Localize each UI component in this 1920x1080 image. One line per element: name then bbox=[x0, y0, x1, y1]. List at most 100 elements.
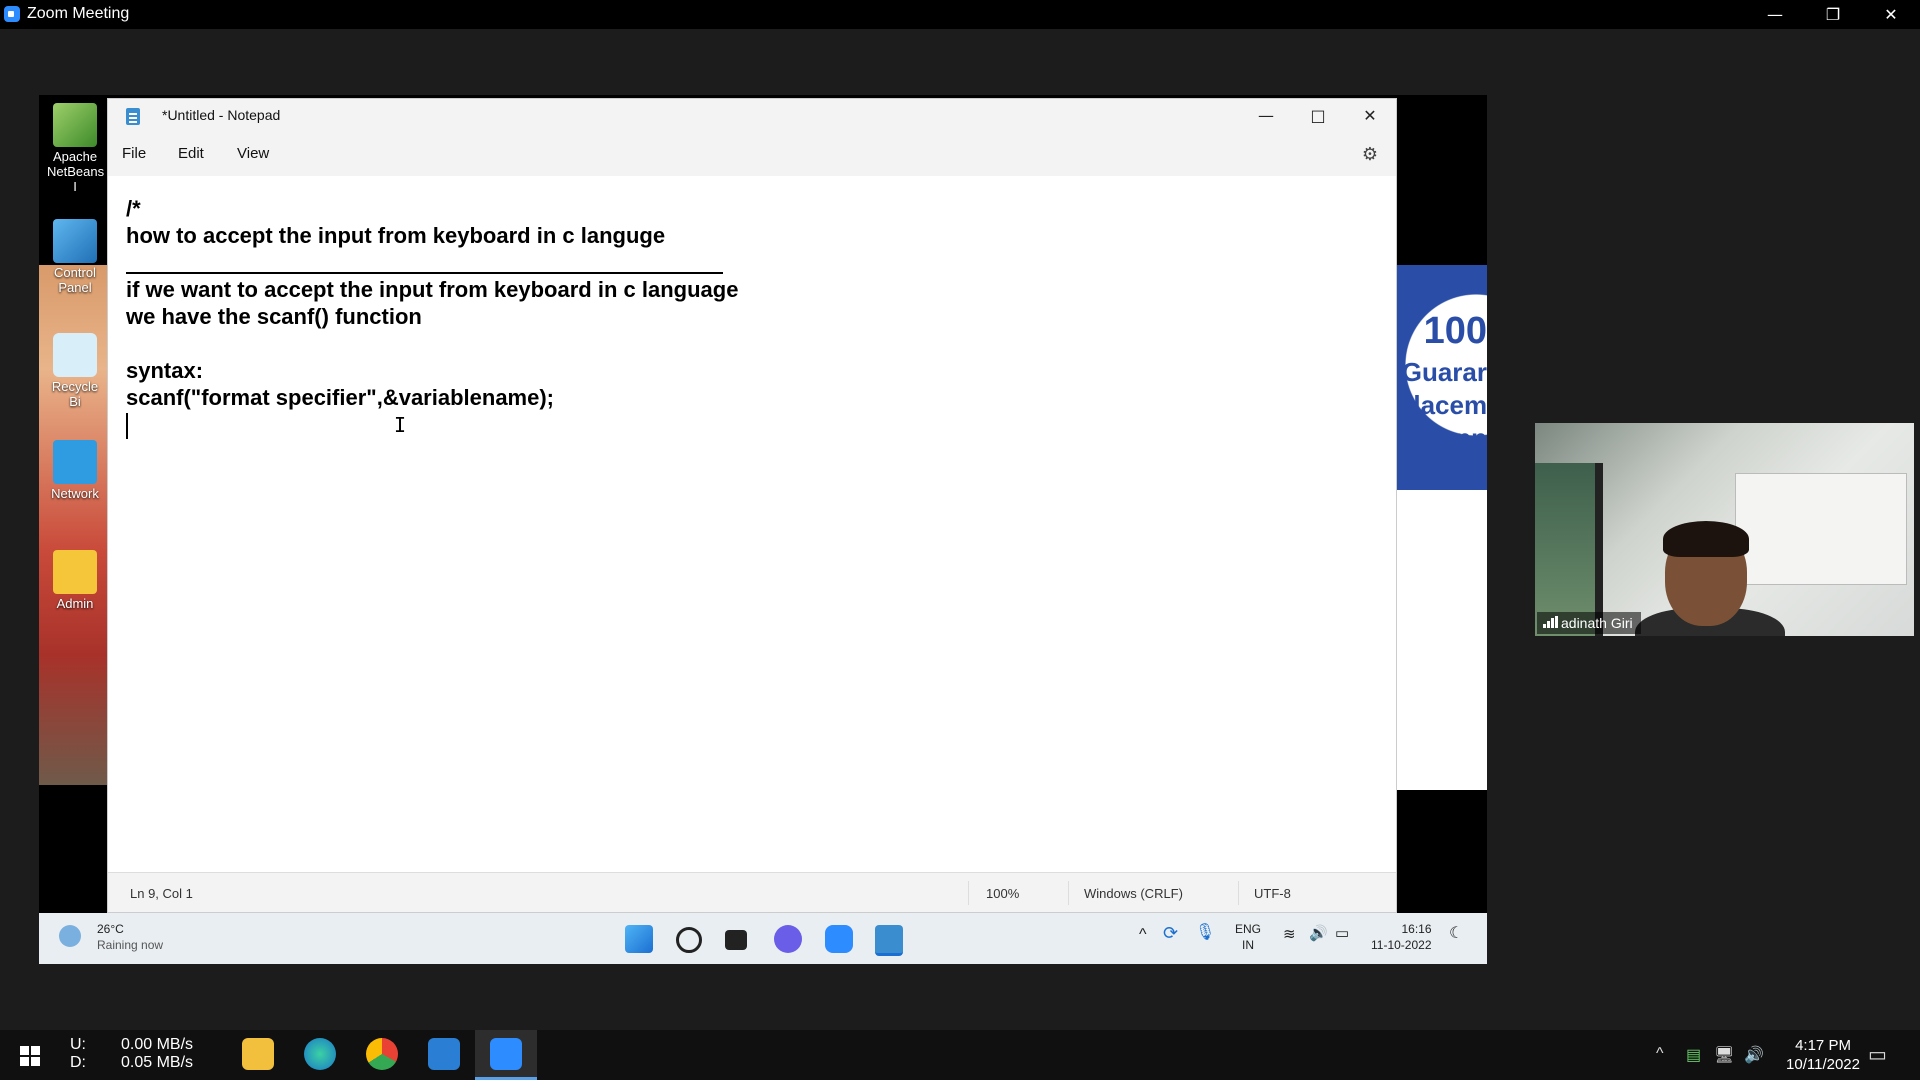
restore-button[interactable]: ❐ bbox=[1804, 0, 1862, 29]
settings-gear-icon[interactable]: ⚙ bbox=[1362, 144, 1378, 165]
battery-icon[interactable]: ▭ bbox=[1335, 926, 1349, 942]
notification-center-icon[interactable]: ▭ bbox=[1868, 1042, 1887, 1067]
focus-moon-icon[interactable]: ☾ bbox=[1449, 926, 1463, 942]
text-line: if we want to accept the input from keyb… bbox=[126, 277, 739, 302]
notepad-titlebar[interactable]: *Untitled - Notepad — □ ✕ bbox=[108, 99, 1396, 132]
edge-icon[interactable] bbox=[304, 1038, 336, 1070]
microphone-icon[interactable]: 🎙 bbox=[1195, 925, 1215, 941]
battery-saver-icon[interactable]: ▤ bbox=[1686, 1045, 1701, 1065]
host-time: 4:17 PM bbox=[1795, 1037, 1851, 1054]
banner-text: Guarar bbox=[1401, 357, 1487, 387]
task-view-icon[interactable] bbox=[725, 930, 747, 950]
weather-widget[interactable]: 26°C Raining now bbox=[59, 921, 163, 953]
windows-start-button-icon[interactable] bbox=[20, 1046, 40, 1066]
netbeans-icon bbox=[53, 103, 97, 147]
language-indicator[interactable]: ENG IN bbox=[1235, 921, 1261, 953]
volume-tray-icon[interactable]: 🔊 bbox=[1744, 1045, 1764, 1065]
wifi-icon[interactable]: ≋ bbox=[1283, 927, 1296, 943]
download-label: D: bbox=[70, 1054, 86, 1071]
zoom-app-icon bbox=[4, 6, 20, 22]
desktop-icon-label: Apache NetBeans I bbox=[47, 149, 105, 194]
desktop-icon-network[interactable]: Network bbox=[47, 440, 103, 501]
search-icon[interactable] bbox=[676, 927, 702, 953]
text-line: scanf("format specifier",&variablename); bbox=[126, 385, 555, 410]
desktop-icon-admin[interactable]: Admin bbox=[47, 550, 103, 611]
notepad-taskbar-icon[interactable] bbox=[875, 925, 903, 956]
text-caret bbox=[126, 413, 128, 439]
vscode-icon[interactable] bbox=[428, 1038, 460, 1070]
desktop-icon-label: Control Panel bbox=[54, 265, 96, 295]
net-meter: 0.00 MB/s 0.05 MB/s bbox=[121, 1036, 193, 1072]
control-panel-icon bbox=[53, 219, 97, 263]
desktop-icon-recycle-bin[interactable]: Recycle Bi bbox=[47, 333, 103, 409]
download-speed: 0.05 MB/s bbox=[121, 1054, 194, 1071]
host-taskbar: U: D: 0.00 MB/s 0.05 MB/s ^ ▤ 🖥 🔊 4:17 P… bbox=[0, 1030, 1920, 1080]
inner-clock[interactable]: 16:16 11-10-2022 bbox=[1371, 921, 1432, 953]
tray-chevron-icon[interactable]: ^ bbox=[1139, 927, 1147, 943]
participant-name: adinath Giri bbox=[1561, 615, 1633, 631]
tray-chevron-icon[interactable]: ^ bbox=[1656, 1045, 1664, 1063]
text-line: /* bbox=[126, 196, 141, 221]
status-cursor-position: Ln 9, Col 1 bbox=[130, 886, 193, 901]
desktop-icon-control-panel[interactable]: Control Panel bbox=[47, 219, 103, 295]
notepad-menubar: File Edit View ⚙ bbox=[108, 132, 1396, 176]
minimize-button[interactable]: — bbox=[1746, 0, 1804, 29]
mouse-ibeam-cursor-icon: I bbox=[394, 413, 407, 437]
host-date: 10/11/2022 bbox=[1786, 1056, 1860, 1073]
participant-video-tile[interactable]: adinath Giri bbox=[1535, 423, 1914, 636]
inner-time: 16:16 bbox=[1401, 922, 1432, 936]
weather-temp: 26°C bbox=[97, 922, 124, 936]
zoom-titlebar: Zoom Meeting — ❐ ✕ bbox=[0, 0, 1920, 29]
text-line: syntax: bbox=[126, 358, 204, 383]
upload-label: U: bbox=[70, 1036, 86, 1053]
signal-strength-icon bbox=[1543, 616, 1558, 628]
text-underline-rule bbox=[126, 272, 723, 274]
sync-icon[interactable]: ⟳ bbox=[1163, 924, 1178, 942]
desktop-icon-label: Recycle Bi bbox=[51, 379, 99, 409]
banner-text: Placem bbox=[1396, 390, 1487, 420]
windows-start-icon[interactable] bbox=[625, 925, 653, 953]
inner-date: 11-10-2022 bbox=[1371, 938, 1432, 952]
close-button[interactable]: ✕ bbox=[1862, 0, 1920, 29]
network-tray-icon[interactable]: 🖥 bbox=[1714, 1045, 1734, 1065]
video-window-bg bbox=[1535, 463, 1603, 636]
host-clock[interactable]: 4:17 PM 10/11/2022 bbox=[1786, 1036, 1860, 1074]
text-line: we have the scanf() function bbox=[126, 304, 422, 329]
banner-text: Supp bbox=[1422, 423, 1487, 453]
zoom-taskbar-button[interactable] bbox=[475, 1030, 537, 1080]
video-whiteboard-bg bbox=[1735, 473, 1907, 585]
notepad-text-area[interactable]: /* how to accept the input from keyboard… bbox=[108, 176, 1396, 875]
notepad-icon bbox=[126, 108, 140, 125]
volume-icon[interactable]: 🔊 bbox=[1309, 926, 1328, 942]
language-top: ENG bbox=[1235, 922, 1262, 936]
status-divider bbox=[1238, 881, 1239, 905]
status-divider bbox=[968, 881, 969, 905]
file-explorer-icon[interactable] bbox=[242, 1038, 274, 1070]
upload-speed: 0.00 MB/s bbox=[121, 1036, 194, 1053]
weather-rain-icon bbox=[59, 925, 81, 947]
banner-text: 100 bbox=[1423, 310, 1487, 352]
notepad-maximize-button[interactable]: □ bbox=[1293, 99, 1343, 132]
status-line-ending: Windows (CRLF) bbox=[1084, 886, 1183, 901]
shared-taskbar: 26°C Raining now ^ ⟳ 🎙 ENG IN ≋ 🔊 ▭ 16:1… bbox=[39, 913, 1487, 964]
notepad-close-button[interactable]: ✕ bbox=[1345, 99, 1395, 132]
participant-nameplate: adinath Giri bbox=[1537, 612, 1641, 634]
menu-edit[interactable]: Edit bbox=[178, 145, 204, 162]
folder-icon bbox=[53, 550, 97, 594]
status-zoom: 100% bbox=[986, 886, 1020, 901]
teams-chat-icon[interactable] bbox=[774, 925, 802, 953]
menu-file[interactable]: File bbox=[122, 145, 146, 162]
desktop-icons: Apache NetBeans I Control Panel Recycle … bbox=[39, 95, 107, 795]
menu-view[interactable]: View bbox=[237, 145, 269, 162]
text-line: how to accept the input from keyboard in… bbox=[126, 223, 666, 248]
zoom-taskbar-icon[interactable] bbox=[825, 925, 853, 953]
notepad-minimize-button[interactable]: — bbox=[1241, 99, 1291, 132]
weather-desc: Raining now bbox=[97, 938, 164, 952]
desktop-icon-netbeans[interactable]: Apache NetBeans I bbox=[47, 103, 105, 194]
zoom-icon bbox=[490, 1038, 522, 1070]
desktop-icon-label: Admin bbox=[56, 596, 94, 611]
notepad-window: *Untitled - Notepad — □ ✕ File Edit View… bbox=[107, 98, 1397, 913]
participant-hair bbox=[1663, 521, 1749, 557]
banner-swoosh bbox=[1396, 465, 1487, 790]
chrome-icon[interactable] bbox=[366, 1038, 398, 1070]
